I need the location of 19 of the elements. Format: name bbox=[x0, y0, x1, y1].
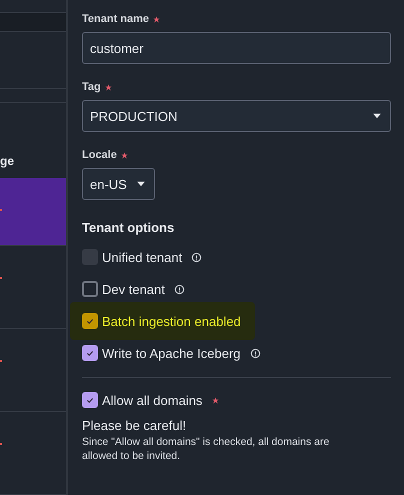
warning-title: Please be careful! bbox=[82, 418, 188, 433]
checkbox[interactable] bbox=[82, 281, 98, 297]
column-header: ge bbox=[0, 153, 16, 170]
warning-text: Since "Allow all domains" is checked, all domains are allowed to be invited. bbox=[82, 435, 330, 463]
checkbox[interactable] bbox=[82, 392, 98, 408]
field-label: Tenant name bbox=[82, 13, 150, 25]
checkbox[interactable] bbox=[82, 345, 98, 361]
text-field[interactable]: customer bbox=[82, 32, 391, 64]
option-label: Dev tenant bbox=[102, 282, 165, 296]
select-field[interactable]: PRODUCTION bbox=[82, 100, 391, 132]
field-label: Locale bbox=[82, 149, 117, 161]
option-label: Unified tenant bbox=[102, 250, 182, 264]
field-label: Tag bbox=[82, 81, 101, 93]
select-field[interactable]: en-US bbox=[82, 168, 155, 200]
checkbox[interactable] bbox=[82, 313, 98, 329]
option-label: Write to Apache Iceberg bbox=[102, 346, 241, 360]
section-title: Tenant options bbox=[82, 220, 176, 235]
option-label: Batch ingestion enabled bbox=[102, 314, 241, 328]
option-label: Allow all domains bbox=[102, 392, 202, 408]
